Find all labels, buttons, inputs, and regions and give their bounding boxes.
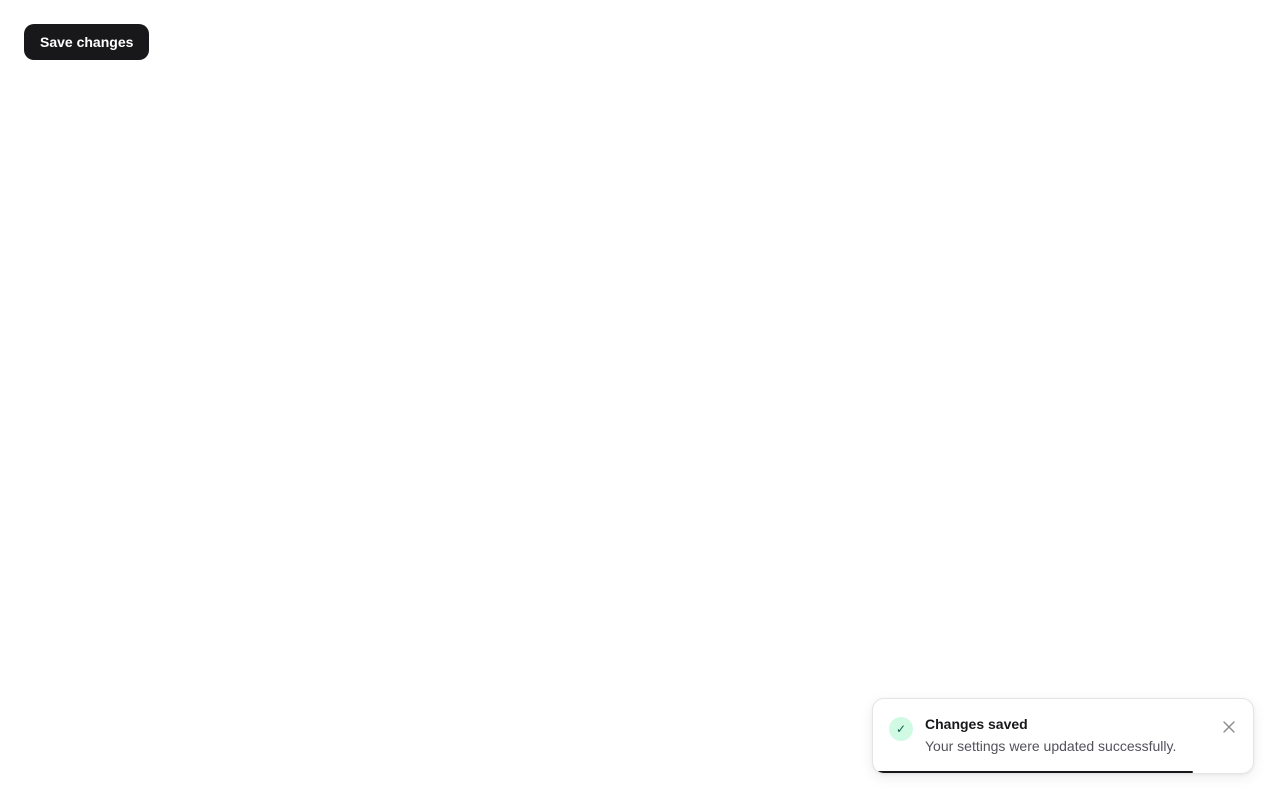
page: Save changes ✓ Changes saved Your settin… [0, 0, 1280, 800]
save-changes-button[interactable]: Save changes [24, 24, 150, 60]
check-icon: ✓ [889, 717, 913, 741]
close-toast-button[interactable] [1219, 717, 1239, 737]
toast-timer-progress [877, 771, 1193, 773]
toast-message: Your settings were updated successfully. [925, 738, 1177, 754]
success-toast: ✓ Changes saved Your settings were updat… [872, 698, 1254, 774]
toast-title: Changes saved [925, 716, 1028, 732]
close-icon [1223, 721, 1235, 733]
